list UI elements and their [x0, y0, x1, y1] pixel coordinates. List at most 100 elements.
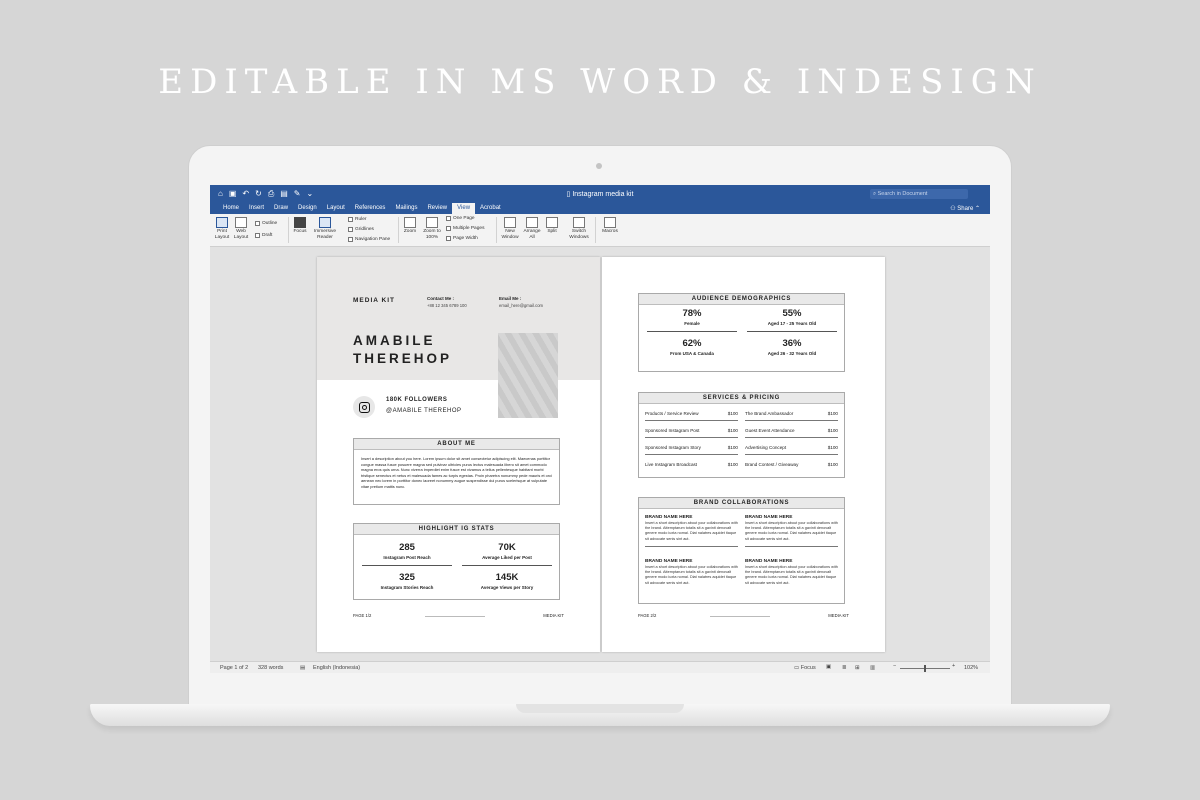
media-kit-label: MEDIA KIT [353, 297, 395, 304]
draft-button[interactable]: Draft [255, 233, 272, 238]
tab-home[interactable]: Home [218, 203, 244, 214]
search-input[interactable]: ⌕ Search in Document [870, 189, 968, 199]
split-button[interactable]: Split [544, 217, 560, 235]
share-button[interactable]: ⚇ Share ⌃ [950, 205, 980, 212]
one-page-button[interactable]: One Page [446, 216, 475, 221]
stat-avg-views: 145K Average Views per Story [480, 572, 534, 590]
collab-item: BRAND NAME HERE Insert a short descriptio… [645, 514, 738, 547]
draft-icon [255, 233, 260, 238]
page-width-button[interactable]: Page Width [446, 236, 478, 241]
zoom-100-icon [426, 217, 438, 228]
macros-button[interactable]: Macros [599, 217, 621, 235]
focus-status-icon: ▭ [794, 665, 801, 671]
demo-age-17-25: 55% Aged 17 - 25 Years Old [745, 308, 839, 332]
tab-draw[interactable]: Draw [269, 203, 293, 214]
ig-stats-title: HIGHLIGHT IG STATS [354, 524, 559, 535]
page-footer-title: MEDIA KIT [543, 613, 564, 618]
web-layout-icon [235, 217, 247, 228]
collaborations-title: BRAND COLLABORATIONS [639, 498, 844, 509]
ruler-checkbox[interactable]: Ruler [348, 217, 366, 222]
page-footer-title: MEDIA KIT [828, 613, 849, 618]
services-row: Products / Service Review $100 The Brand … [645, 409, 839, 421]
read-mode-icon[interactable]: ▥ [870, 665, 875, 671]
print-layout-view-icon[interactable]: ▣ [826, 664, 831, 670]
outline-view-icon[interactable]: ≣ [842, 665, 847, 671]
language[interactable]: English (Indonesia) [313, 665, 360, 671]
page-1[interactable]: MEDIA KIT Contact Me : +88 12 345 6789 1… [317, 257, 600, 652]
tab-references[interactable]: References [350, 203, 391, 214]
document-canvas[interactable]: MEDIA KIT Contact Me : +88 12 345 6789 1… [210, 247, 990, 661]
tab-view[interactable]: View [452, 203, 476, 214]
gridlines-checkbox[interactable]: Gridlines [348, 227, 374, 232]
ribbon-divider [496, 217, 497, 243]
title-bar: ⌂ ▣ ↶ ↻ ⎙ ▤ ✎ ⌄ ▯ Instagram media kit ⌕ … [210, 185, 990, 203]
focus-status-button[interactable]: ▭ Focus [794, 665, 816, 671]
service-item: The Brand Ambassador $100 [745, 409, 838, 421]
spellcheck-icon[interactable]: ▤ [300, 665, 305, 671]
zoom-level[interactable]: 102% [964, 665, 978, 671]
collab-item: BRAND NAME HERE Insert a short descriptio… [745, 514, 838, 547]
zoom-out-button[interactable]: − [893, 663, 896, 669]
navigation-pane-check [348, 237, 353, 242]
tab-layout[interactable]: Layout [322, 203, 350, 214]
print-layout-button[interactable]: Print Layout [214, 217, 230, 240]
status-bar: Page 1 of 2 328 words ▤ English (Indones… [210, 661, 990, 673]
ribbon-divider [595, 217, 596, 243]
multiple-pages-button[interactable]: Multiple Pages [446, 226, 484, 231]
immersive-reader-icon [319, 217, 331, 228]
camera-icon [596, 163, 602, 169]
tab-review[interactable]: Review [422, 203, 452, 214]
navigation-pane-checkbox[interactable]: Navigation Pane [348, 237, 390, 242]
focus-button[interactable]: Focus [292, 217, 308, 235]
name-line-1: AMABILE [353, 333, 436, 348]
tab-design[interactable]: Design [293, 203, 322, 214]
search-placeholder: Search in Document [877, 191, 928, 197]
one-page-icon [446, 216, 451, 221]
instagram-handle: @AMABILE THEREHOP [386, 408, 462, 414]
ruler-check [348, 217, 353, 222]
demo-age-26-32: 36% Aged 26 - 32 Years Old [767, 338, 817, 356]
contact-label: Contact Me : [427, 296, 454, 301]
multiple-pages-icon [446, 226, 451, 231]
tab-mailings[interactable]: Mailings [390, 203, 422, 214]
page-2[interactable]: AUDIENCE DEMOGRAPHICS 78% Female 55% Aged … [602, 257, 885, 652]
followers-count: 180K FOLLOWERS [386, 397, 448, 403]
new-window-button[interactable]: New Window [500, 217, 520, 240]
outline-icon [255, 221, 260, 226]
demographics-box: AUDIENCE DEMOGRAPHICS 78% Female 55% Aged … [638, 293, 845, 372]
zoom-button[interactable]: Zoom [402, 217, 418, 235]
new-window-icon [504, 217, 516, 228]
web-layout-button[interactable]: Web Layout [233, 217, 249, 240]
about-me-text[interactable]: Insert a description about you here. Lor… [354, 450, 559, 496]
tab-acrobat[interactable]: Acrobat [475, 203, 506, 214]
gridlines-check [348, 227, 353, 232]
services-pricing-box: SERVICES & PRICING Products / Service Re… [638, 392, 845, 478]
email-value: email_here@gmail.com [499, 303, 544, 308]
page-count[interactable]: Page 1 of 2 [220, 665, 248, 671]
stat-stories-reach: 325 Instagram Stories Reach [380, 572, 434, 590]
name-line-2: THEREHOP [353, 351, 453, 366]
split-icon [546, 217, 558, 228]
services-row: Live Instagram Broadcast $100 Brand Conte… [645, 460, 839, 472]
word-count[interactable]: 328 words [258, 665, 283, 671]
immersive-reader-button[interactable]: Immersive Reader [311, 217, 339, 240]
zoom-in-button[interactable]: + [952, 663, 955, 669]
photo-placeholder[interactable] [498, 333, 558, 418]
zoom-100-button[interactable]: Zoom to 100% [421, 217, 443, 240]
email-label: Email Me : [499, 296, 522, 301]
switch-windows-button[interactable]: Switch Windows [567, 217, 591, 240]
instagram-icon [353, 396, 375, 418]
outline-button[interactable]: Outline [255, 221, 277, 226]
stat-avg-likes: 70K Average Liked per Post [460, 542, 554, 566]
tab-insert[interactable]: Insert [244, 203, 269, 214]
stat-post-reach: 285 Instagram Post Reach [360, 542, 454, 566]
arrange-all-button[interactable]: Arrange All [522, 217, 542, 240]
ribbon-divider [288, 217, 289, 243]
footer-divider [710, 616, 770, 617]
zoom-slider-handle[interactable] [924, 665, 926, 672]
service-item: Sponsored Instagram Story $100 [645, 443, 738, 455]
collab-item: BRAND NAME HERE Insert a short descriptio… [745, 559, 838, 585]
web-layout-view-icon[interactable]: ⊞ [855, 665, 860, 671]
service-item: Live Instagram Broadcast $100 [645, 462, 738, 467]
page-width-icon [446, 236, 451, 241]
